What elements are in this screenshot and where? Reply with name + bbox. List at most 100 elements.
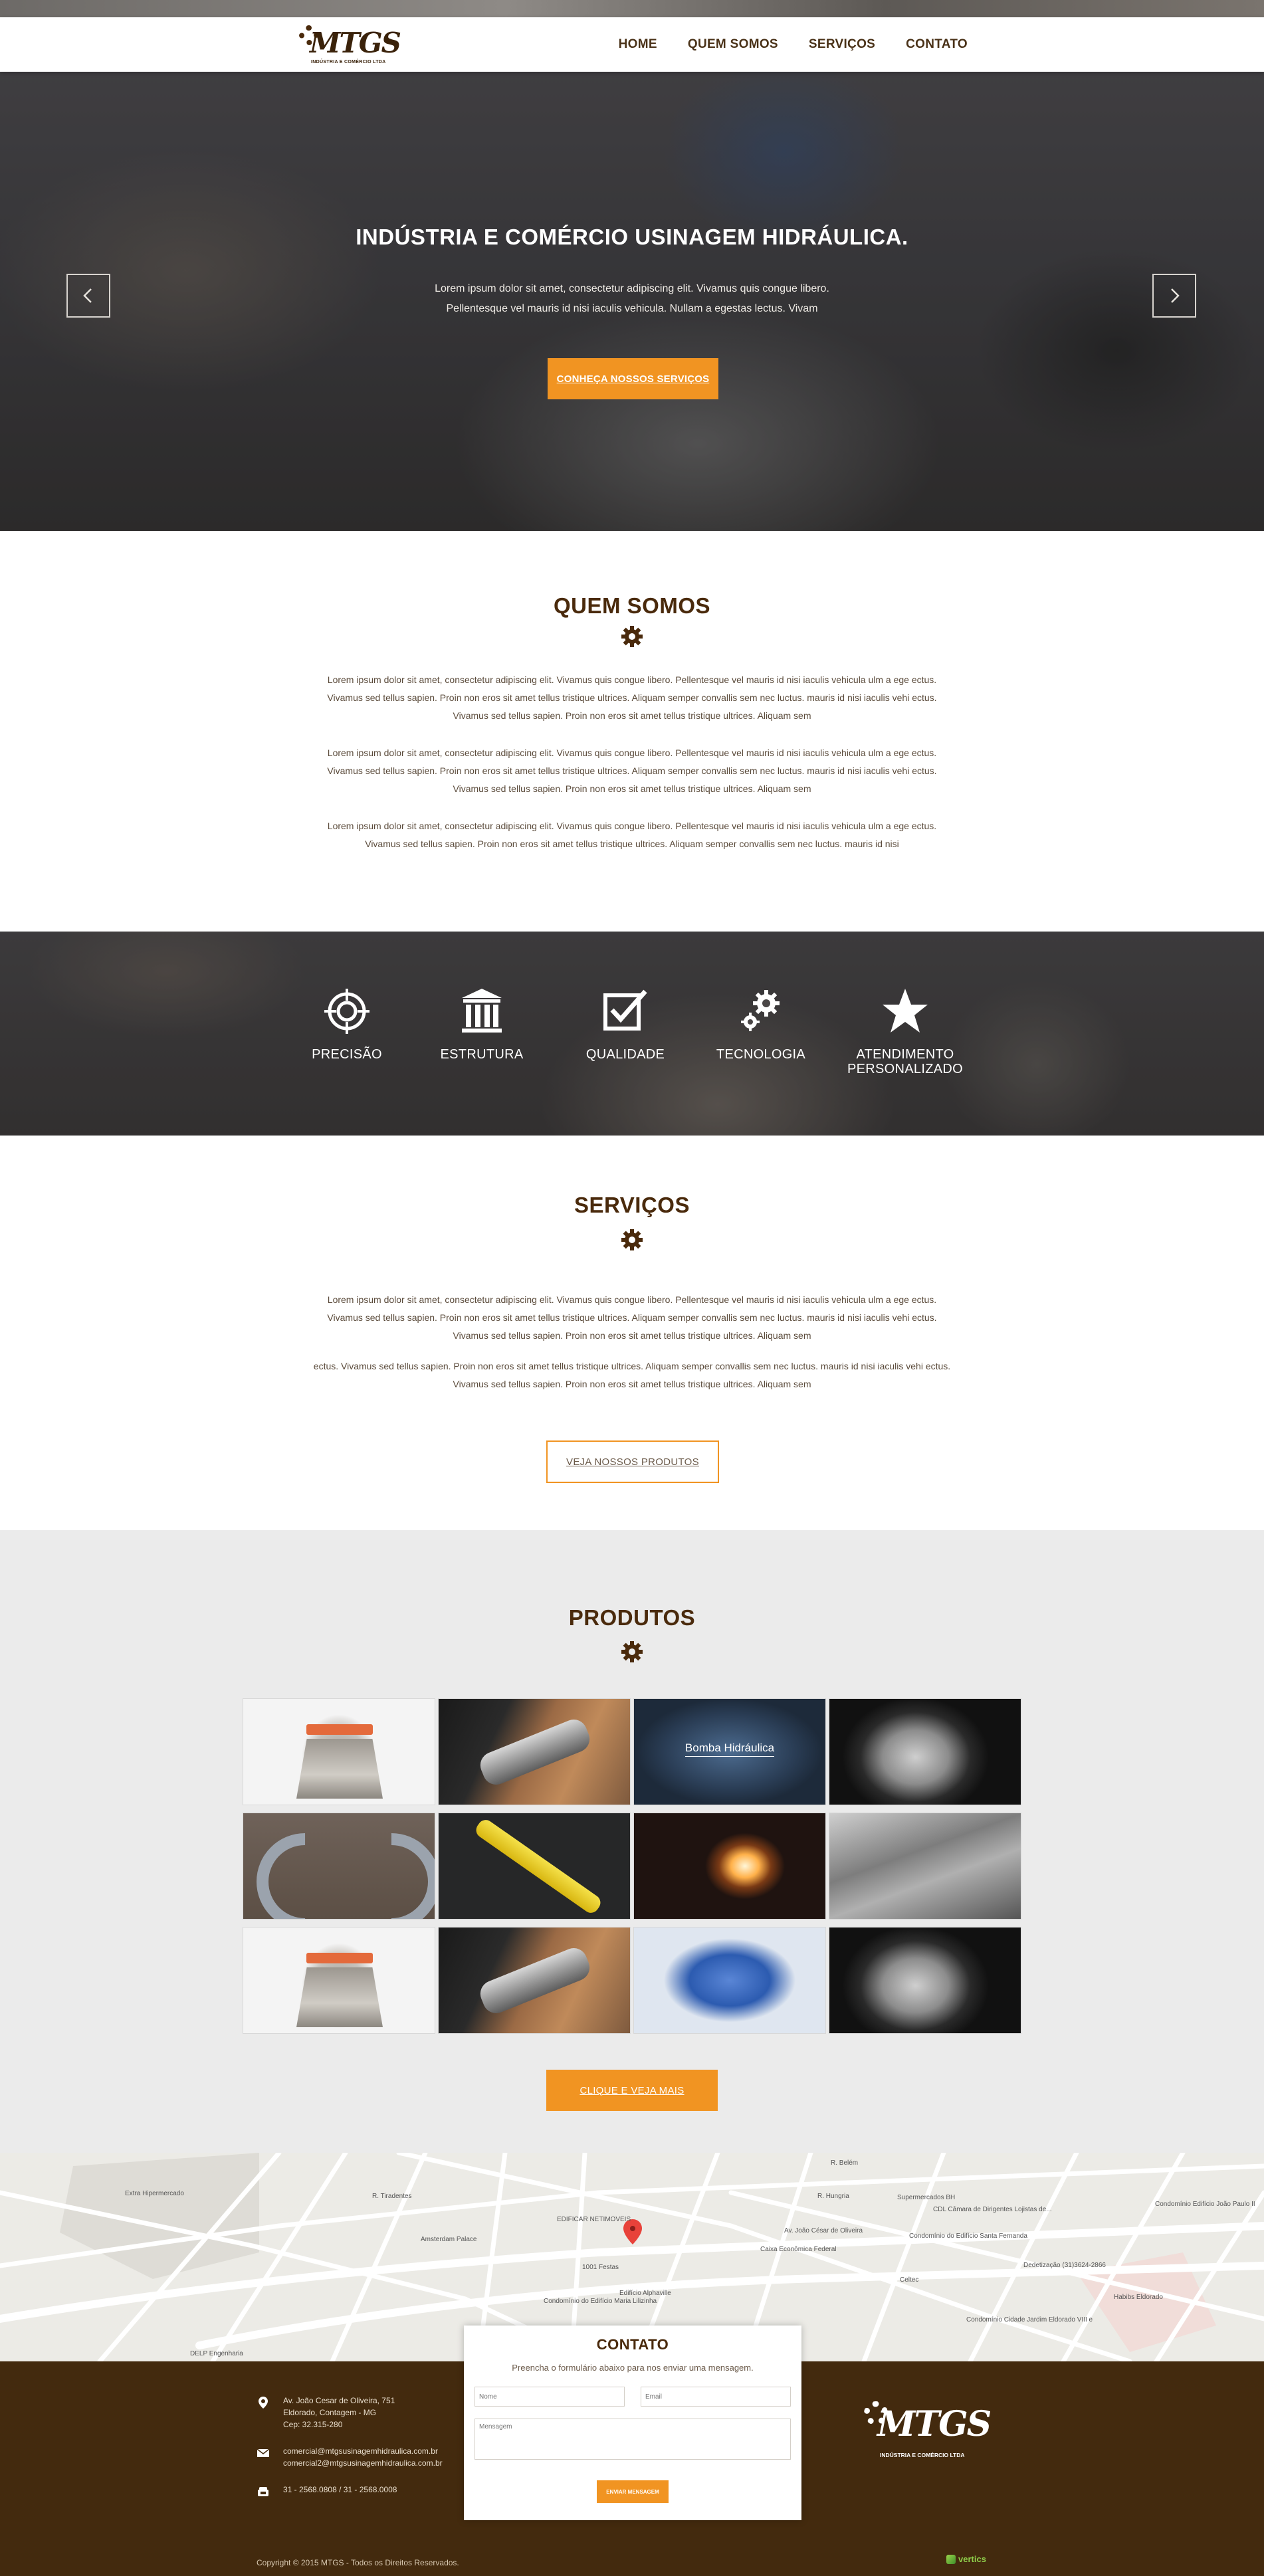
hero-title: INDÚSTRIA E COMÉRCIO USINAGEM HIDRÁULICA…	[356, 225, 908, 249]
map-label: Extra Hipermercado	[125, 2190, 184, 2197]
view-products-button[interactable]: VEJA NOSSOS PRODUTOS	[546, 1440, 719, 1483]
hero-cta-button[interactable]: CONHEÇA NOSSOS SERVIÇOS	[548, 358, 718, 399]
footer-brand-logo: MTGS INDÚSTRIA E COMÉRCIO LTDA	[861, 2401, 992, 2461]
map-label: Dedetização (31)3624-2866	[1023, 2262, 1106, 2269]
product-tile-highlighted[interactable]: Bomba Hidráulica	[633, 1698, 826, 1805]
address-line: Eldorado, Contagem - MG	[283, 2408, 377, 2417]
gear-icon	[621, 1641, 643, 1662]
nav-item-servicos[interactable]: SERVIÇOS	[793, 37, 891, 52]
feature-precisao: PRECISÃO	[284, 985, 410, 1062]
chevron-right-icon	[1171, 288, 1180, 303]
map-label: R. Tiradentes	[372, 2193, 412, 2200]
email-input[interactable]	[641, 2387, 791, 2407]
product-tile[interactable]	[633, 1927, 826, 2034]
feature-label: ATENDIMENTO PERSONALIZADO	[847, 1047, 963, 1076]
gear-icon	[621, 1229, 643, 1250]
features-band: PRECISÃO ESTRUTURA QUALIDADE TECNOLOGIA …	[0, 932, 1264, 1136]
message-textarea[interactable]	[474, 2419, 791, 2460]
product-tile[interactable]	[243, 1927, 435, 2034]
address-line: Av. João Cesar de Oliveira, 751	[283, 2396, 395, 2405]
nav-item-home[interactable]: HOME	[603, 37, 673, 52]
hero-slider: INDÚSTRIA E COMÉRCIO USINAGEM HIDRÁULICA…	[0, 72, 1264, 531]
contact-form: CONTATO Preencha o formulário abaixo par…	[464, 2326, 801, 2520]
brand-logo[interactable]: MTGS INDÚSTRIA E COMÉRCIO LTDA	[296, 21, 401, 68]
product-tile[interactable]	[829, 1927, 1021, 2034]
main-nav: HOME QUEM SOMOS SERVIÇOS CONTATO	[603, 17, 968, 72]
developer-name: vertics	[958, 2554, 986, 2564]
about-paragraph-2: Lorem ipsum dolor sit amet, consectetur …	[327, 747, 937, 794]
feature-label: TECNOLOGIA	[716, 1047, 806, 1062]
product-tile[interactable]	[243, 1698, 435, 1805]
email-link[interactable]: comercial2@mtgsusinagemhidraulica.com.br	[283, 2457, 443, 2469]
address-line: Cep: 32.315-280	[283, 2420, 343, 2429]
services-paragraph-1: Lorem ipsum dolor sit amet, consectetur …	[327, 1294, 937, 1341]
map-label: DELP Engenharia	[190, 2350, 243, 2357]
slider-prev-button[interactable]	[66, 274, 110, 318]
product-tile[interactable]	[438, 1813, 631, 1920]
footer-phones: 31 - 2568.0808 / 31 - 2568.0008	[257, 2484, 443, 2496]
name-input[interactable]	[474, 2387, 625, 2407]
feature-label: QUALIDADE	[585, 1047, 665, 1062]
product-tile[interactable]	[633, 1813, 826, 1920]
footer-logo-tagline: INDÚSTRIA E COMÉRCIO LTDA	[880, 2452, 965, 2458]
map-label: Supermercados BH	[897, 2194, 956, 2201]
see-more-button[interactable]: CLIQUE E VEJA MAIS	[546, 2070, 718, 2111]
feature-qualidade: QUALIDADE	[562, 985, 688, 1062]
map-label: Celtec	[900, 2276, 919, 2284]
slider-next-button[interactable]	[1152, 274, 1196, 318]
star-icon	[883, 989, 928, 1033]
feature-label: PRECISÃO	[312, 1047, 382, 1062]
map-pin-icon	[259, 2397, 268, 2409]
map-label: R. Belém	[831, 2159, 859, 2167]
top-strip	[0, 0, 1264, 17]
map-label: R. Hungria	[817, 2193, 849, 2200]
contact-title: CONTATO	[596, 2336, 669, 2353]
developer-mark-icon	[946, 2554, 956, 2564]
map-label: Caixa Econômica Federal	[760, 2246, 837, 2253]
building-columns-icon	[462, 989, 502, 1033]
map-label: EDIFICAR NETIMOVEIS	[557, 2216, 631, 2223]
gear-icon	[621, 626, 643, 647]
map-label: Habibs Eldorado	[1114, 2294, 1163, 2301]
envelope-icon	[257, 2448, 270, 2457]
footer-emails: comercial@mtgsusinagemhidraulica.com.br …	[257, 2445, 443, 2469]
footer-contact-info: Av. João Cesar de Oliveira, 751 Eldorado…	[257, 2395, 443, 2510]
map-label: Condomínio do Edifício Santa Fernanda	[909, 2232, 1027, 2240]
map-label: 1001 Festas	[582, 2264, 619, 2271]
hero-text: Lorem ipsum dolor sit amet, consectetur …	[435, 283, 829, 314]
email-link[interactable]: comercial@mtgsusinagemhidraulica.com.br	[283, 2445, 443, 2457]
brand-logo-text: MTGS	[310, 27, 401, 59]
product-tile[interactable]	[829, 1813, 1021, 1920]
about-paragraph-1: Lorem ipsum dolor sit amet, consectetur …	[327, 674, 937, 721]
services-paragraph-2: ectus. Vivamus sed tellus sapien. Proin …	[313, 1361, 951, 1389]
checkbox-icon	[603, 989, 647, 1031]
product-tile[interactable]	[438, 1698, 631, 1805]
feature-estrutura: ESTRUTURA	[419, 985, 545, 1062]
products-section: PRODUTOS Bomba Hidráulica	[0, 1530, 1264, 2153]
map-label: Condomínio do Edifício Maria Lilizinha	[544, 2298, 657, 2305]
product-tile[interactable]	[829, 1698, 1021, 1805]
nav-item-quem-somos[interactable]: QUEM SOMOS	[673, 37, 793, 52]
site-header: MTGS INDÚSTRIA E COMÉRCIO LTDA HOME QUEM…	[0, 17, 1264, 72]
product-tile[interactable]	[243, 1813, 435, 1920]
product-tile[interactable]	[438, 1927, 631, 2034]
about-paragraph-3: Lorem ipsum dolor sit amet, consectetur …	[327, 821, 937, 849]
footer-logo-text: MTGS	[877, 2404, 992, 2444]
map-label: Av. João César de Oliveira	[784, 2227, 863, 2234]
about-title: QUEM SOMOS	[553, 593, 711, 618]
crosshair-icon	[324, 989, 369, 1034]
product-grid: Bomba Hidráulica	[243, 1698, 1021, 2034]
phone-icon	[258, 2487, 268, 2496]
feature-atendimento: ATENDIMENTO PERSONALIZADO	[842, 985, 968, 1076]
feature-label: ESTRUTURA	[440, 1047, 524, 1062]
footer-address: Av. João Cesar de Oliveira, 751 Eldorado…	[257, 2395, 443, 2430]
products-title: PRODUTOS	[568, 1605, 696, 1630]
phone-numbers: 31 - 2568.0808 / 31 - 2568.0008	[283, 2485, 397, 2494]
contact-subtitle: Preencha o formulário abaixo para nos en…	[512, 2363, 754, 2373]
map-label: Condomínio Edifício João Paulo II	[1155, 2201, 1255, 2208]
developer-logo[interactable]: vertics	[946, 2554, 986, 2564]
chevron-left-icon	[83, 288, 92, 303]
send-message-button[interactable]: ENVIAR MENSAGEM	[597, 2480, 669, 2503]
copyright-text: Copyright © 2015 MTGS - Todos os Direito…	[257, 2558, 459, 2567]
nav-item-contato[interactable]: CONTATO	[891, 37, 968, 52]
